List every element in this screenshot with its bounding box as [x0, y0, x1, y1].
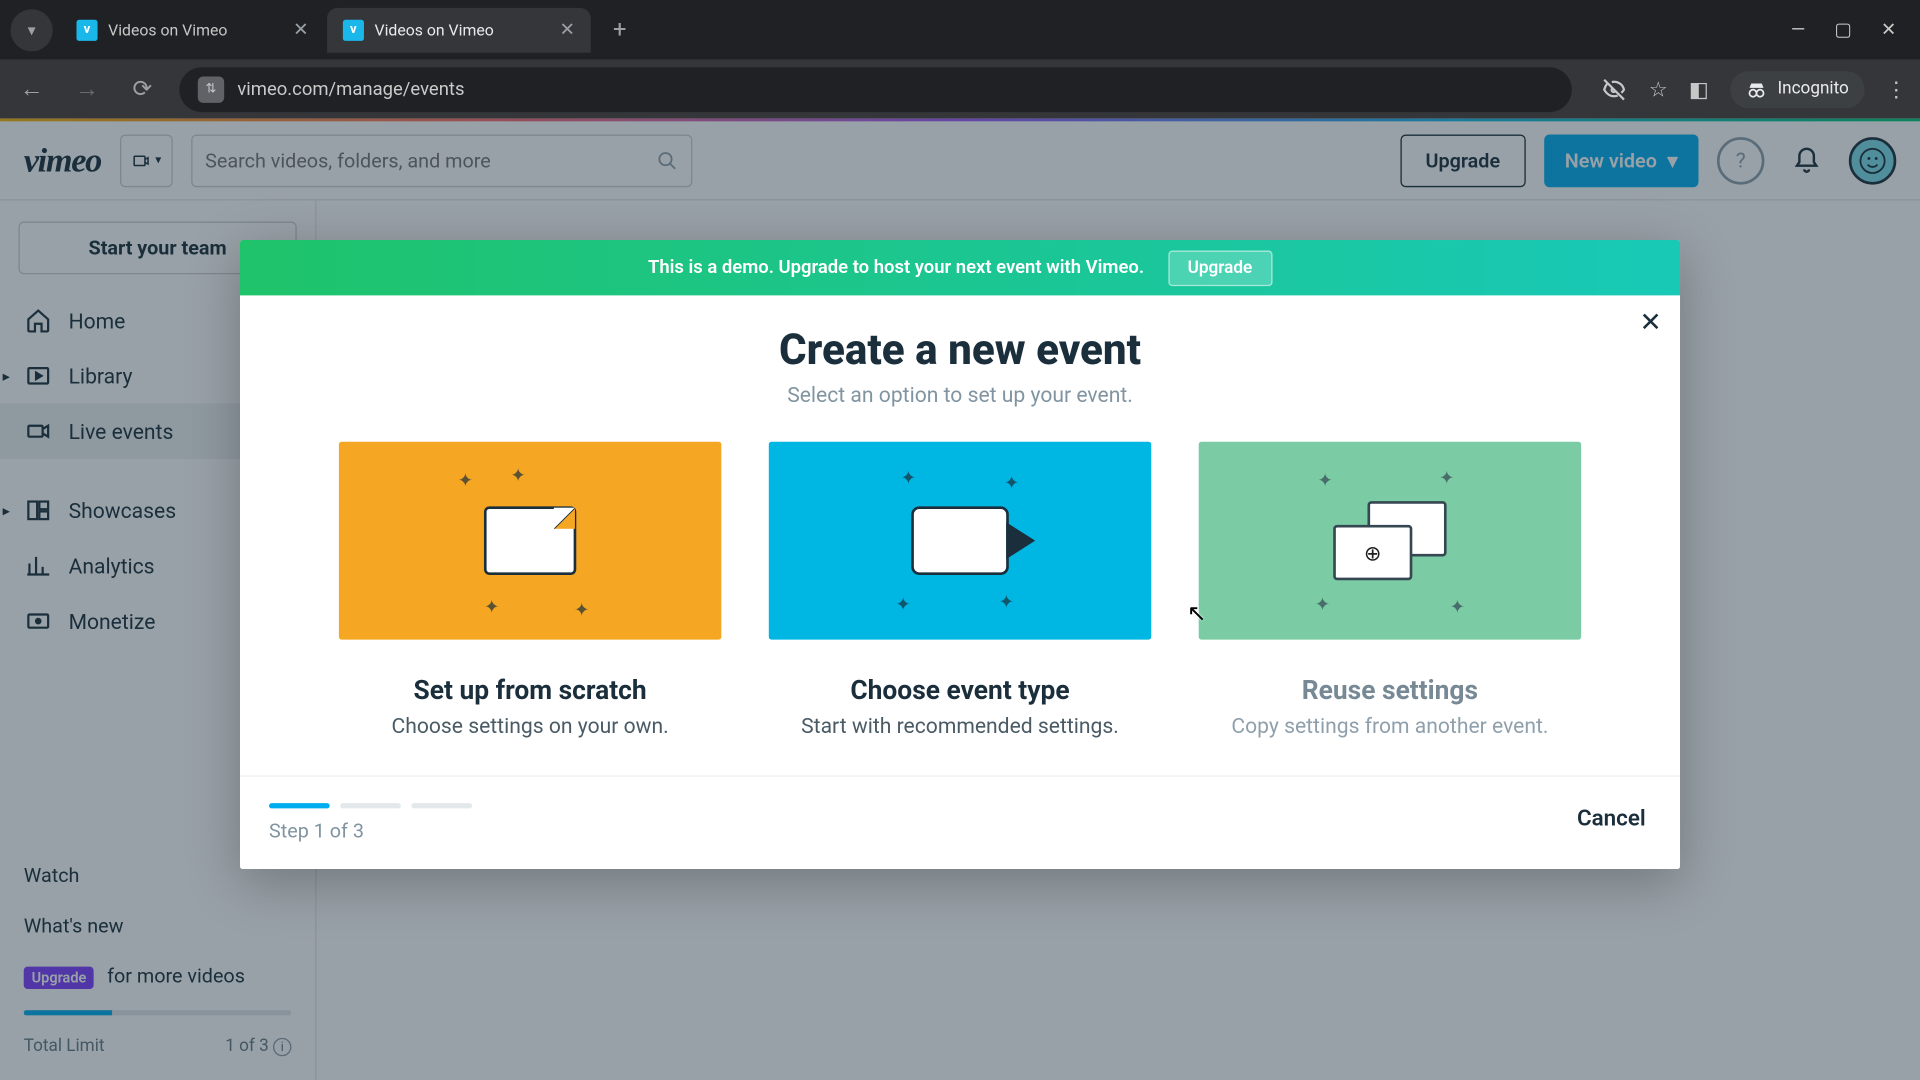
create-event-modal: This is a demo. Upgrade to host your nex…	[240, 240, 1680, 869]
banner-upgrade-button[interactable]: Upgrade	[1168, 250, 1272, 286]
card-desc: Copy settings from another event.	[1199, 713, 1581, 738]
card-title: Choose event type	[769, 674, 1151, 706]
close-icon[interactable]: ✕	[293, 19, 308, 40]
minimize-icon[interactable]: —	[1791, 19, 1805, 40]
close-icon[interactable]: ✕	[559, 19, 574, 40]
reload-button[interactable]: ⟳	[124, 75, 161, 103]
document-icon	[484, 506, 576, 575]
tab-search-button[interactable]: ▾	[11, 9, 53, 51]
site-info-icon[interactable]: ⇅	[198, 76, 224, 102]
vimeo-favicon-icon: v	[76, 19, 97, 40]
url-input[interactable]: ⇅ vimeo.com/manage/events	[179, 67, 1572, 112]
cancel-button[interactable]: Cancel	[1572, 795, 1651, 842]
banner-text: This is a demo. Upgrade to host your nex…	[648, 257, 1144, 278]
modal-close-button[interactable]: ✕	[1639, 306, 1661, 338]
vimeo-app: vimeo ▾ Upgrade New video ▾ ?	[0, 119, 1920, 1080]
close-window-icon[interactable]: ✕	[1881, 19, 1896, 40]
step-progress	[269, 803, 472, 808]
url-text: vimeo.com/manage/events	[237, 78, 464, 99]
browser-tab-1[interactable]: v Videos on Vimeo ✕	[61, 7, 325, 52]
maximize-icon[interactable]: ▢	[1834, 19, 1851, 40]
new-tab-button[interactable]: +	[601, 11, 638, 48]
option-card-scratch[interactable]: ✦✦ ✦✦ Set up from scratch Choose setting…	[339, 442, 721, 739]
option-card-reuse[interactable]: ✦✦ ✦✦ ⊕ Reuse settings Copy settings fro…	[1199, 442, 1581, 739]
card-desc: Start with recommended settings.	[769, 713, 1151, 738]
tab-title: Videos on Vimeo	[108, 20, 282, 38]
demo-banner: This is a demo. Upgrade to host your nex…	[240, 240, 1680, 295]
browser-menu-icon[interactable]: ⋮	[1886, 76, 1907, 101]
incognito-icon	[1746, 78, 1767, 99]
card-illustration: ✦✦ ✦✦ ⊕	[1199, 442, 1581, 640]
card-title: Reuse settings	[1199, 674, 1581, 706]
browser-address-bar: ← → ⟳ ⇅ vimeo.com/manage/events ☆ ◧ Inco…	[0, 59, 1920, 118]
card-illustration: ✦✦ ✦✦	[339, 442, 721, 640]
bookmark-star-icon[interactable]: ☆	[1649, 76, 1668, 101]
incognito-label: Incognito	[1777, 79, 1848, 99]
tab-title: Videos on Vimeo	[375, 20, 549, 38]
browser-tab-strip: ▾ v Videos on Vimeo ✕ v Videos on Vimeo …	[0, 0, 1920, 59]
forward-button: →	[69, 75, 106, 103]
option-card-event-type[interactable]: ✦✦ ✦✦ Choose event type Start with recom…	[769, 442, 1151, 739]
card-desc: Choose settings on your own.	[339, 713, 721, 738]
camera-icon	[911, 506, 1009, 575]
incognito-indicator[interactable]: Incognito	[1730, 71, 1865, 108]
browser-tab-2[interactable]: v Videos on Vimeo ✕	[327, 7, 591, 52]
modal-footer: Step 1 of 3 Cancel	[240, 775, 1680, 869]
modal-subtitle: Select an option to set up your event.	[295, 382, 1624, 407]
card-title: Set up from scratch	[339, 674, 721, 706]
step-label: Step 1 of 3	[269, 819, 472, 843]
side-panel-icon[interactable]: ◧	[1689, 76, 1709, 101]
modal-title: Create a new event	[295, 324, 1624, 374]
vimeo-favicon-icon: v	[343, 19, 364, 40]
window-controls: — ▢ ✕	[1791, 19, 1910, 40]
card-illustration: ✦✦ ✦✦	[769, 442, 1151, 640]
back-button[interactable]: ←	[13, 75, 50, 103]
stack-icon: ⊕	[1333, 501, 1446, 580]
eye-off-icon[interactable]	[1601, 76, 1627, 102]
